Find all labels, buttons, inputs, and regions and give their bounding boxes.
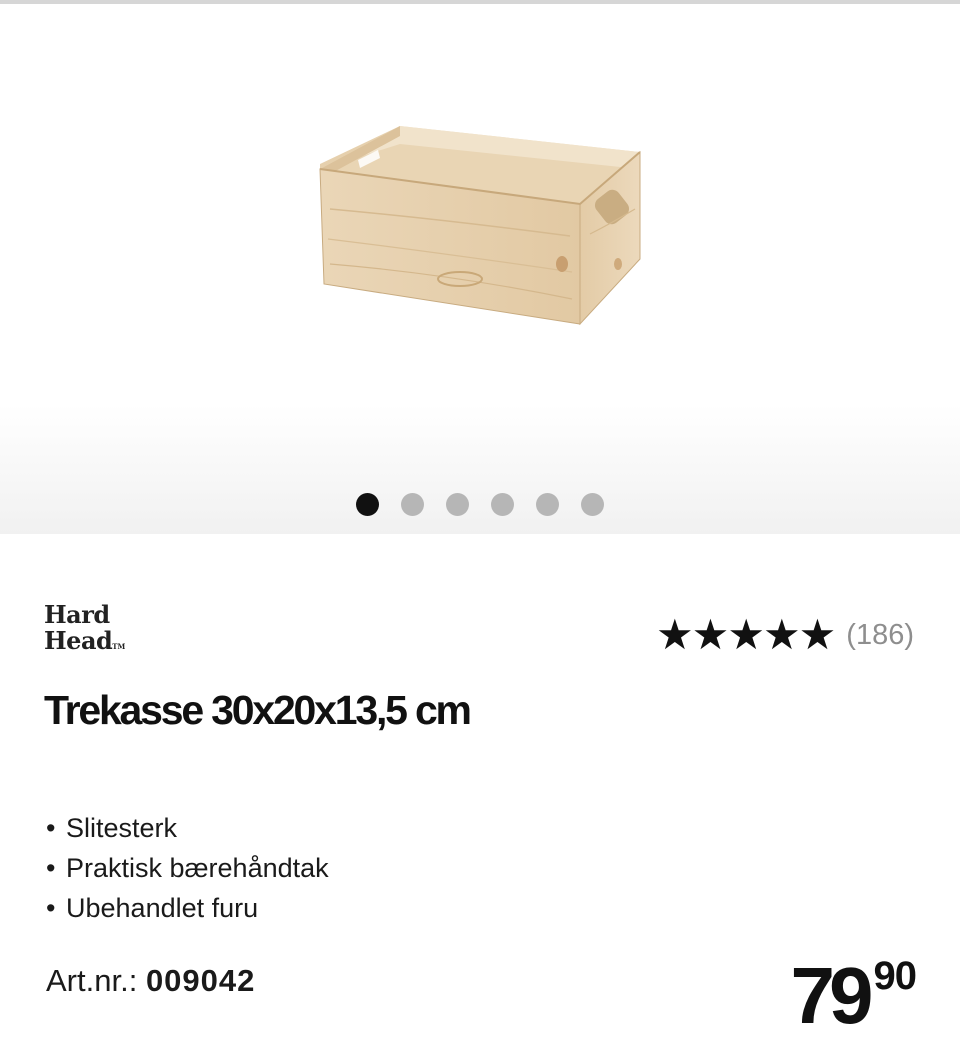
product-title: Trekasse 30x20x13,5 cm — [44, 687, 472, 733]
bullet: • — [46, 813, 56, 843]
star-rating-icon: ★★★★★ — [656, 611, 836, 658]
gallery-dot-3[interactable] — [446, 493, 469, 516]
price: 79 90 — [790, 951, 917, 1040]
gallery-dot-5[interactable] — [536, 493, 559, 516]
brand-line-1: Hard — [44, 600, 110, 629]
brand-logo[interactable]: Hard HeadTM — [44, 602, 154, 660]
gallery-dot-4[interactable] — [491, 493, 514, 516]
brand-line-2: Head — [44, 626, 113, 655]
list-item: • Praktisk bærehåndtak — [46, 848, 646, 888]
wooden-crate-image — [319, 126, 641, 326]
trademark-mark: TM — [112, 642, 126, 651]
gallery-dot-2[interactable] — [401, 493, 424, 516]
article-number-label: Art.nr.: — [46, 963, 138, 998]
feature-text: Praktisk bærehåndtak — [66, 853, 329, 883]
gallery-dot-1[interactable] — [356, 493, 379, 516]
gallery-dot-6[interactable] — [581, 493, 604, 516]
feature-list: • Slitesterk • Praktisk bærehåndtak • Ubeha… — [46, 808, 646, 928]
list-item: • Slitesterk — [46, 808, 646, 848]
rating[interactable]: ★★★★★ (186) — [656, 613, 914, 657]
price-decimals: 90 — [873, 954, 917, 998]
feature-text: Ubehandlet furu — [66, 893, 259, 923]
bullet: • — [46, 853, 56, 883]
product-page: Hard HeadTM ★★★★★ (186) Trekasse 30x20x1… — [0, 0, 960, 1063]
article-number-value: 009042 — [145, 963, 256, 998]
price-whole: 79 — [790, 951, 874, 1040]
list-item: • Ubehandlet furu — [46, 888, 646, 928]
feature-text: Slitesterk — [66, 813, 178, 843]
gallery-pagination — [0, 493, 960, 516]
image-gallery[interactable] — [0, 4, 960, 534]
bullet: • — [46, 893, 56, 923]
article-number: Art.nr.: 009042 — [46, 961, 255, 1001]
review-count[interactable]: (186) — [846, 613, 914, 657]
